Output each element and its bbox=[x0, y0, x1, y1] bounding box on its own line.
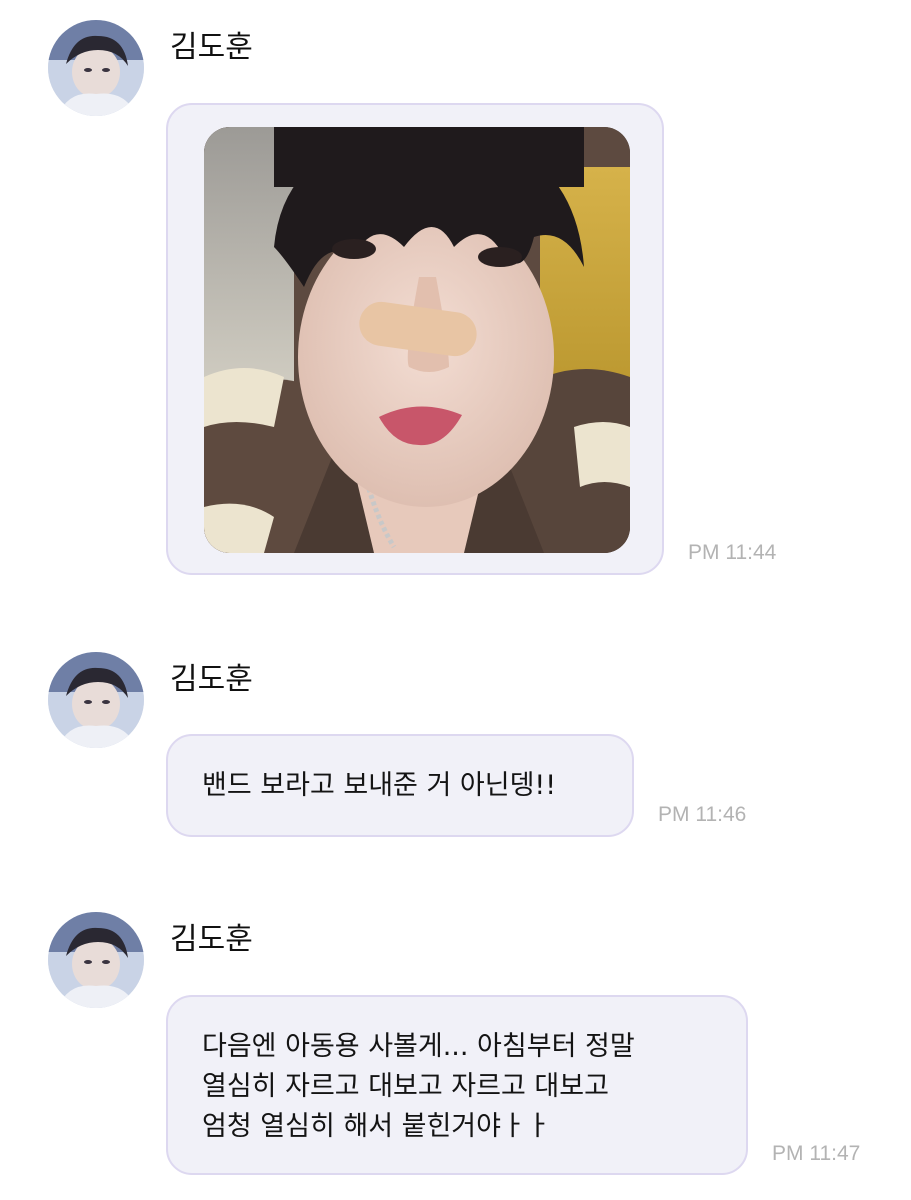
message-text: 밴드 보라고 보내준 거 아닌뎅!! bbox=[202, 770, 557, 801]
sender-avatar[interactable] bbox=[48, 652, 144, 748]
selfie-photo-icon bbox=[204, 127, 630, 553]
profile-photo-icon bbox=[48, 20, 144, 116]
profile-photo-icon bbox=[48, 912, 144, 1008]
message-timestamp: PM 11:46 bbox=[658, 803, 747, 826]
message-timestamp: PM 11:47 bbox=[772, 1142, 861, 1165]
sender-name: 김도훈 bbox=[170, 30, 253, 65]
profile-photo-icon bbox=[48, 652, 144, 748]
sender-name: 김도훈 bbox=[170, 662, 253, 697]
text-message-bubble[interactable]: 밴드 보라고 보내준 거 아닌뎅!! bbox=[166, 734, 634, 837]
message-text: 다음엔 아동용 사볼게... 아침부터 정말 열심히 자르고 대보고 자르고 대… bbox=[202, 1031, 635, 1142]
sender-avatar[interactable] bbox=[48, 20, 144, 116]
sender-name: 김도훈 bbox=[170, 922, 253, 957]
message-photo[interactable] bbox=[204, 127, 630, 553]
text-message-bubble[interactable]: 다음엔 아동용 사볼게... 아침부터 정말 열심히 자르고 대보고 자르고 대… bbox=[166, 995, 748, 1175]
image-message-bubble[interactable] bbox=[166, 103, 664, 575]
sender-avatar[interactable] bbox=[48, 912, 144, 1008]
message-timestamp: PM 11:44 bbox=[688, 541, 777, 564]
